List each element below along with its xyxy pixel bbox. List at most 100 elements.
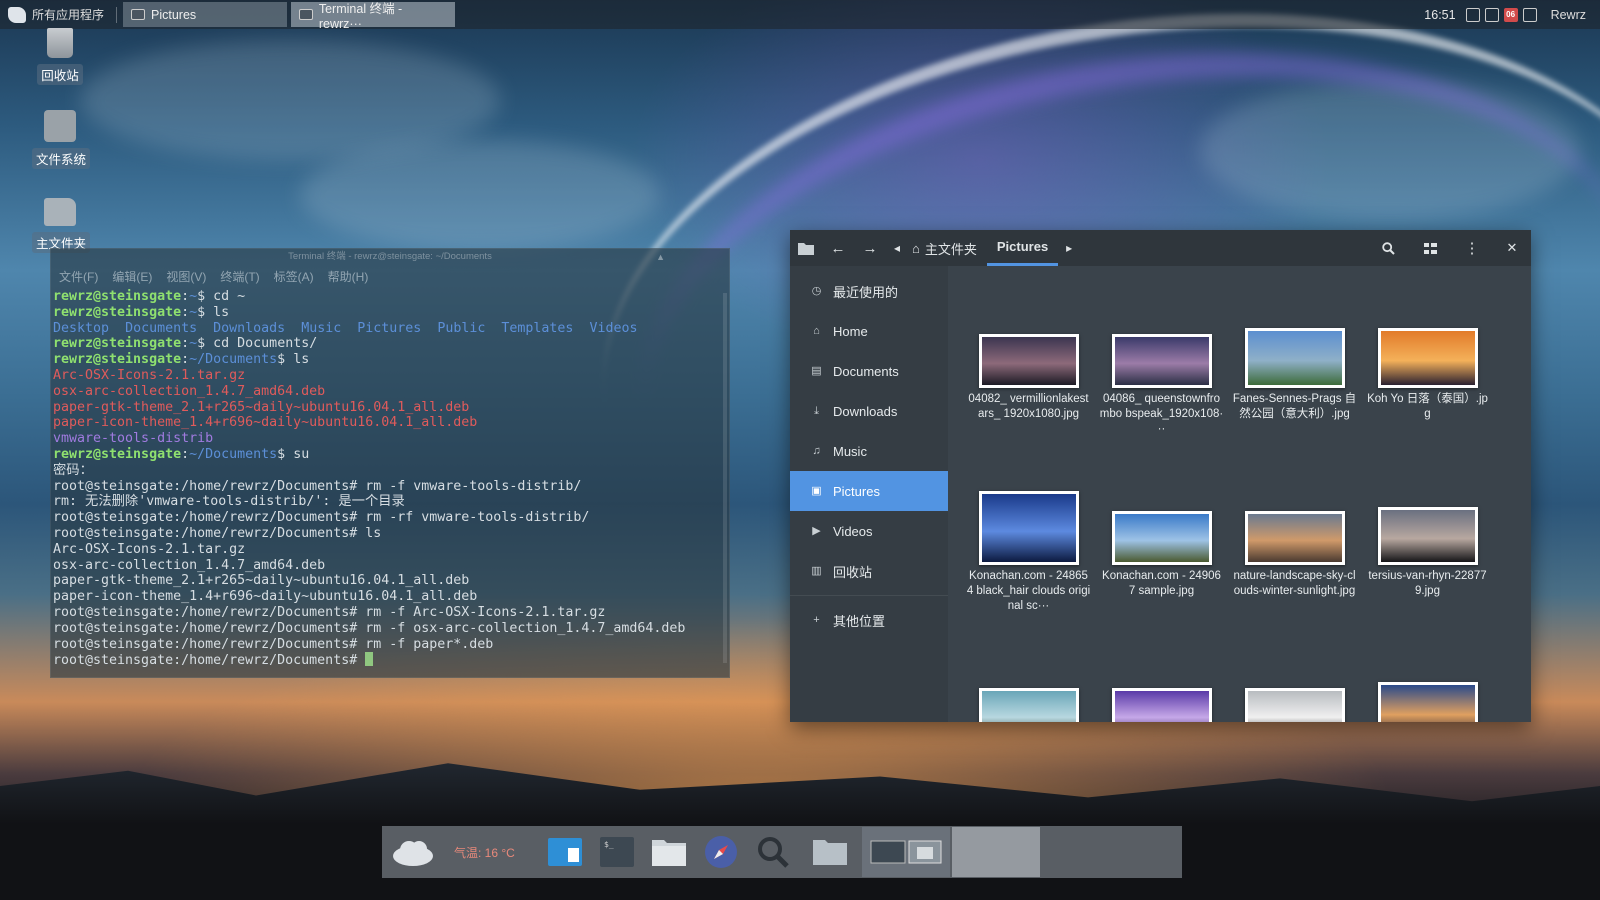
sidebar-item-home[interactable]: ⌂ Home [790, 311, 948, 351]
file-item[interactable]: Koh Yo 日落（泰国）.jpg [1361, 270, 1494, 437]
display-icon[interactable] [1522, 7, 1537, 22]
file-item[interactable]: 冰雕，米约萨湖（挪威）.jpg [1361, 624, 1494, 722]
window-switcher-empty[interactable] [951, 827, 1040, 877]
sidebar-divider [790, 595, 948, 596]
file-manager-app-icon[interactable] [644, 832, 694, 872]
sidebar-item-other-locations[interactable]: + 其他位置 [790, 600, 948, 640]
file-item[interactable]: tersius-van-rhyn-228779.jpg [1361, 447, 1494, 614]
sidebar-item-label: 回收站 [833, 564, 873, 580]
places-sidebar: ◷ 最近使用的 ⌂ Home ▤ Documents ⤓ Downloads ♫ Musi… [790, 266, 948, 722]
chevron-left-icon[interactable]: ◂ [886, 230, 908, 266]
terminal-scrollbar[interactable] [723, 293, 727, 663]
thumbnail-frame [1361, 624, 1494, 722]
sidebar-item-music[interactable]: ♫ Music [790, 431, 948, 471]
thumbnail-frame [1228, 270, 1361, 392]
back-arrow-icon[interactable]: ← [822, 230, 854, 266]
file-item[interactable]: nature-landscape-sky-clouds-winter-sunli… [1228, 447, 1361, 614]
sidebar-item-trash[interactable]: ▥ 回收站 [790, 551, 948, 591]
terminal-menubar: 文件(F) 编辑(E) 视图(V) 终端(T) 标签(A) 帮助(H) [51, 265, 729, 287]
files-app-icon[interactable] [540, 832, 590, 872]
sidebar-item-recent[interactable]: ◷ 最近使用的 [790, 271, 948, 311]
desktop-icon-filesystem[interactable]: 文件系统 [32, 110, 91, 169]
terminal-titlebar[interactable]: Terminal 终端 - rewrz@steinsgate: ~/Docume… [51, 249, 729, 265]
home-icon: ⌂ [912, 240, 920, 256]
terminal-line: Arc-OSX-Icons-2.1.tar.gz [53, 541, 246, 557]
taskbar-item-pictures[interactable]: Pictures [123, 2, 288, 27]
thumbnail-frame [962, 624, 1095, 722]
image-thumbnail [1111, 511, 1212, 565]
window-switcher-active[interactable] [861, 827, 950, 877]
weather-cloud-icon[interactable] [383, 832, 443, 872]
picture-icon: ▣ [811, 485, 822, 497]
terminal-line: root@steinsgate:/home/rewrz/Documents# r… [53, 604, 606, 620]
menu-view[interactable]: 视图(V) [166, 268, 206, 285]
terminal-app-icon[interactable]: $_ [592, 832, 642, 872]
trash-icon [47, 28, 73, 58]
terminal-line: paper-gtk-theme_2.1+r265~daily~ubuntu16.… [53, 573, 470, 589]
view-toggle-icon[interactable] [1409, 230, 1451, 266]
file-item[interactable]: 04086_ queenstownfrombo bspeak_1920x108·… [1095, 270, 1228, 437]
menu-edit[interactable]: 编辑(E) [112, 268, 152, 285]
close-icon[interactable]: ✕ [1493, 230, 1531, 266]
download-icon: ⤓ [814, 405, 819, 417]
menu-help[interactable]: 帮助(H) [328, 268, 369, 285]
file-item[interactable]: Konachan.com - 249067 sample.jpg [1095, 447, 1228, 614]
document-icon: ▤ [811, 365, 822, 377]
taskbar-item-terminal[interactable]: Terminal 终端 - rewrz··· [291, 2, 456, 31]
image-thumbnail [1377, 682, 1478, 722]
clipboard-icon[interactable] [1484, 7, 1499, 22]
folder-app-icon[interactable] [800, 832, 860, 872]
terminal-cursor [365, 652, 374, 667]
sidebar-item-videos[interactable]: ▶ Videos [790, 511, 948, 551]
image-thumbnail [1111, 334, 1212, 388]
sidebar-item-documents[interactable]: ▤ Documents [790, 351, 948, 391]
terminal-window[interactable]: Terminal 终端 - rewrz@steinsgate: ~/Docume… [50, 248, 730, 678]
clock-icon: ◷ [811, 285, 822, 297]
thumbnail-frame [1095, 270, 1228, 392]
forward-arrow-icon[interactable]: → [854, 230, 886, 266]
dock: 气温: 16 °C $_ [382, 826, 1182, 878]
clock[interactable]: 16:51 [1424, 8, 1455, 22]
file-manager-headerbar[interactable]: ← → ◂ ⌂ 主文件夹 Pictures ▸ ⋮ ✕ [790, 230, 1531, 266]
terminal-line: paper-icon-theme_1.4+r696~daily~ubuntu16… [53, 589, 478, 605]
file-grid-view[interactable]: 04082_ vermillionlakestars_ 1920x1080.jp… [948, 266, 1531, 722]
sidebar-item-pictures[interactable]: ▣ Pictures [790, 471, 948, 511]
file-item[interactable]: Fanes-Sennes-Prags 自然公园（意大利）.jpg [1228, 270, 1361, 437]
taskbar-item-label: Terminal 终端 - rewrz··· [318, 2, 403, 31]
terminal-output[interactable]: rewrz@steinsgate:~$ cd ~ rewrz@steinsgate… [51, 287, 729, 671]
thumbnail-frame [962, 270, 1095, 392]
thumbnail-frame [1228, 624, 1361, 722]
maximize-icon[interactable]: ▲ [656, 249, 665, 265]
breadcrumb-current[interactable]: Pictures [986, 230, 1059, 266]
file-manager-window[interactable]: ← → ◂ ⌂ 主文件夹 Pictures ▸ ⋮ ✕ ◷ 最近使用的 ⌂ Home… [790, 230, 1531, 722]
network-icon[interactable] [1465, 7, 1480, 22]
file-item[interactable]: wallhaven-82801.png [962, 624, 1095, 722]
terminal-line: 密码： [53, 462, 93, 478]
desktop-icon-trash[interactable]: 回收站 [32, 28, 88, 85]
calendar-badge-icon[interactable]: 06 [1503, 7, 1518, 22]
applications-menu[interactable]: 所有应用程序 [0, 0, 112, 29]
menu-file[interactable]: 文件(F) [59, 268, 98, 285]
image-thumbnail [978, 688, 1079, 722]
terminal-line-ls-output: Desktop Documents Downloads Music Pictur… [53, 320, 638, 336]
search-app-icon[interactable] [748, 832, 798, 872]
terminal-line: osx-arc-collection_1.4.7_amd64.deb [53, 557, 326, 573]
browser-compass-icon[interactable] [696, 832, 746, 872]
breadcrumb-home[interactable]: ⌂ 主文件夹 [908, 230, 987, 266]
user-menu[interactable]: Rewrz [1551, 8, 1586, 22]
file-item[interactable]: Konachan.com - 248654 black_hair clouds … [962, 447, 1095, 614]
terminal-line: osx-arc-collection_1.4.7_amd64.deb [53, 383, 326, 399]
file-item[interactable]: wallhaven-102979.jpg [1228, 624, 1361, 722]
sidebar-item-downloads[interactable]: ⤓ Downloads [790, 391, 948, 431]
thumbnail-frame [1361, 447, 1494, 569]
chevron-right-icon[interactable]: ▸ [1058, 230, 1080, 266]
menu-terminal[interactable]: 终端(T) [220, 268, 259, 285]
image-thumbnail [1111, 688, 1212, 722]
menu-dots-icon[interactable]: ⋮ [1451, 230, 1493, 266]
search-icon[interactable] [1367, 230, 1409, 266]
desktop-icon-home[interactable]: 主文件夹 [32, 198, 91, 253]
menu-tabs[interactable]: 标签(A) [274, 268, 314, 285]
file-item[interactable]: 04082_ vermillionlakestars_ 1920x1080.jp… [962, 270, 1095, 437]
file-item[interactable]: wallhaven-84754.jpg [1095, 624, 1228, 722]
terminal-line: root@steinsgate:/home/rewrz/Documents# l… [53, 525, 382, 541]
